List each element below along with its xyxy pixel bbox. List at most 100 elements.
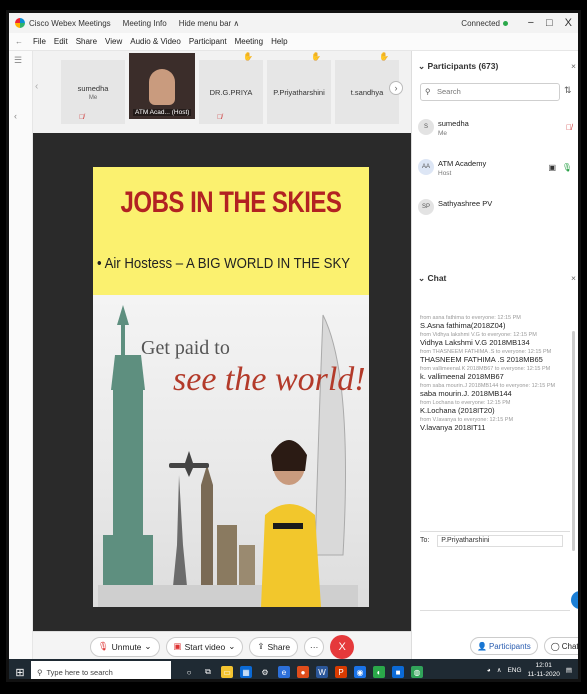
collapse-icon[interactable]: ‹ — [14, 111, 26, 121]
windows-taskbar: ⊞ ⚲ Type here to search ○ ⧉ ▭ ▦ ⚙ e ● W … — [9, 659, 578, 679]
app-icon[interactable]: ◍ — [411, 666, 423, 678]
share-icon: ⇪ — [257, 641, 265, 651]
app-window: Cisco Webex Meetings Meeting Info Hide m… — [6, 10, 581, 682]
participant-row[interactable]: AA ATM Academy Host ▣ 🎙 — [418, 153, 576, 193]
notification-icon[interactable]: ▤ — [566, 666, 572, 674]
participant-search-input[interactable]: ⚲ Search — [420, 83, 560, 101]
cortana-icon[interactable]: ○ — [183, 666, 195, 678]
sort-icon[interactable]: ⇅ — [564, 85, 572, 96]
thumbnail-sumedha[interactable]: sumedha Me 🎙̸ — [61, 60, 125, 124]
participant-name: ATM Academy — [438, 159, 487, 168]
word-icon[interactable]: W — [316, 666, 328, 678]
hide-menu-bar-button[interactable]: Hide menu bar ∧ — [179, 19, 240, 28]
network-icon[interactable]: ◕ — [487, 667, 491, 674]
layout-icon[interactable]: ☰ — [14, 55, 26, 65]
chat-icon: ◯ — [550, 641, 560, 651]
start-video-button[interactable]: ▣ Start video ⌄ — [165, 636, 244, 657]
participants-panel-header[interactable]: ⌄ Participants (673) × — [418, 61, 576, 72]
to-label: To: — [420, 537, 430, 544]
settings-icon[interactable]: ⚙ — [259, 666, 271, 678]
menu-view[interactable]: View — [105, 37, 122, 46]
taskbar-apps: ○ ⧉ ▭ ▦ ⚙ e ● W P ◉ ◐ ■ ◍ — [183, 666, 423, 678]
chat-panel-button[interactable]: ◯ Chat — [543, 637, 578, 655]
language-indicator[interactable]: ENG — [507, 667, 521, 674]
chat-panel-header[interactable]: ⌄ Chat × — [418, 273, 576, 284]
taskbar-search-input[interactable]: ⚲ Type here to search — [31, 661, 171, 679]
back-arrow-icon[interactable]: ← — [15, 37, 23, 46]
thumbnail-drgpriya[interactable]: ✋ DR.G.PRIYA 🎙̸ — [199, 52, 263, 124]
meeting-info-button[interactable]: Meeting Info — [123, 19, 167, 28]
menu-edit[interactable]: Edit — [54, 37, 68, 46]
participant-row[interactable]: SP Sathyashree PV — [418, 193, 576, 233]
share-button[interactable]: ⇪ Share — [249, 636, 299, 657]
webex-logo-icon — [15, 18, 25, 28]
next-thumbnails-button[interactable]: › — [389, 81, 403, 95]
participant-role: Me — [438, 130, 448, 137]
thumbnail-host-video[interactable]: ATM Acad... (Host) — [129, 53, 195, 119]
travel-collage-image — [98, 305, 358, 607]
firefox-icon[interactable]: ● — [297, 666, 309, 678]
task-view-icon[interactable]: ⧉ — [202, 666, 214, 678]
help-bubble-icon[interactable]: ? — [571, 591, 578, 609]
store-icon[interactable]: ▦ — [240, 666, 252, 678]
clock[interactable]: 12:01 11-11-2020 — [528, 661, 560, 679]
muted-mic-icon[interactable]: 🎙̸ — [566, 123, 572, 132]
menu-share[interactable]: Share — [76, 37, 97, 46]
close-chat-icon[interactable]: × — [571, 273, 576, 283]
restore-button[interactable]: □ — [546, 17, 553, 29]
participant-row[interactable]: S sumedha Me 🎙̸ — [418, 113, 576, 153]
menu-help[interactable]: Help — [271, 37, 287, 46]
more-options-button[interactable]: ··· — [304, 636, 325, 657]
mic-on-icon[interactable]: 🎙 — [562, 163, 572, 172]
menu-file[interactable]: File — [33, 37, 46, 46]
host-video-person — [149, 69, 175, 105]
close-participants-icon[interactable]: × — [571, 61, 576, 71]
raised-hand-icon: ✋ — [311, 52, 321, 61]
chevron-down-icon: ⌄ — [228, 641, 236, 651]
side-panel: ⌄ Participants (673) × ⚲ Search ⇅ S sume… — [411, 51, 578, 661]
windows-start-icon[interactable]: ⊞ — [9, 666, 31, 679]
panel-buttons: 👤 Participants ◯ Chat ··· — [412, 631, 578, 661]
left-strip: ☰ ‹ — [9, 51, 33, 659]
thumbnail-name: t.sandhya — [350, 87, 384, 97]
menu-audio-video[interactable]: Audio & Video — [130, 37, 181, 46]
thumbnail-name: P.Priyatharshini — [273, 87, 325, 97]
chevron-down-icon: ⌄ — [144, 641, 152, 651]
close-window-button[interactable]: X — [565, 17, 572, 29]
app-title: Cisco Webex Meetings — [29, 18, 111, 28]
avatar: SP — [418, 199, 434, 215]
video-off-icon: ▣ — [173, 641, 182, 651]
search-icon: ⚲ — [425, 87, 431, 96]
meeting-controls-bar: 🎙 Unmute ⌄ ▣ Start video ⌄ ⇪ Share ··· X — [33, 631, 411, 661]
chat-message-list: from asna fathima to everyone: 12:15 PM … — [420, 313, 570, 433]
end-meeting-button[interactable]: X — [330, 634, 355, 659]
meet-icon[interactable]: ■ — [392, 666, 404, 678]
thumbnail-priyatharshini[interactable]: ✋ P.Priyatharshini — [267, 52, 331, 124]
chat-input[interactable] — [420, 551, 570, 611]
menu-participant[interactable]: Participant — [189, 37, 227, 46]
tagline-line-2: see the world! — [173, 361, 366, 398]
participants-panel-button[interactable]: 👤 Participants — [470, 637, 538, 655]
menu-meeting[interactable]: Meeting — [235, 37, 263, 46]
search-icon: ⚲ — [37, 667, 43, 677]
muted-mic-icon: 🎙̸ — [79, 114, 85, 121]
muted-mic-icon: 🎙 — [97, 641, 109, 651]
minimize-button[interactable]: − — [528, 17, 534, 29]
file-explorer-icon[interactable]: ▭ — [221, 666, 233, 678]
participant-name: sumedha — [438, 119, 469, 128]
powerpoint-icon[interactable]: P — [335, 666, 347, 678]
chrome-icon[interactable]: ◉ — [354, 666, 366, 678]
recipient-select[interactable]: P.Priyatharshini — [437, 535, 564, 547]
chat-scrollbar[interactable] — [572, 331, 575, 551]
participant-list: S sumedha Me 🎙̸ AA ATM Academy Host ▣ 🎙 … — [418, 113, 576, 233]
thumbnail-name: DR.G.PRIYA — [209, 87, 253, 97]
raised-hand-icon: ✋ — [243, 52, 253, 61]
connection-status[interactable]: Connected — [461, 19, 508, 28]
tray-arrow-icon[interactable]: ∧ — [497, 666, 502, 674]
title-bar: Cisco Webex Meetings Meeting Info Hide m… — [9, 13, 578, 33]
meeting-stage: ‹ sumedha Me 🎙̸ ATM Acad... (Host) ✋ DR.… — [33, 51, 411, 631]
unmute-button[interactable]: 🎙 Unmute ⌄ — [89, 636, 160, 657]
edge-icon[interactable]: e — [278, 666, 290, 678]
webex-taskbar-icon[interactable]: ◐ — [373, 666, 385, 678]
prev-thumbnails-icon[interactable]: ‹ — [35, 81, 47, 95]
